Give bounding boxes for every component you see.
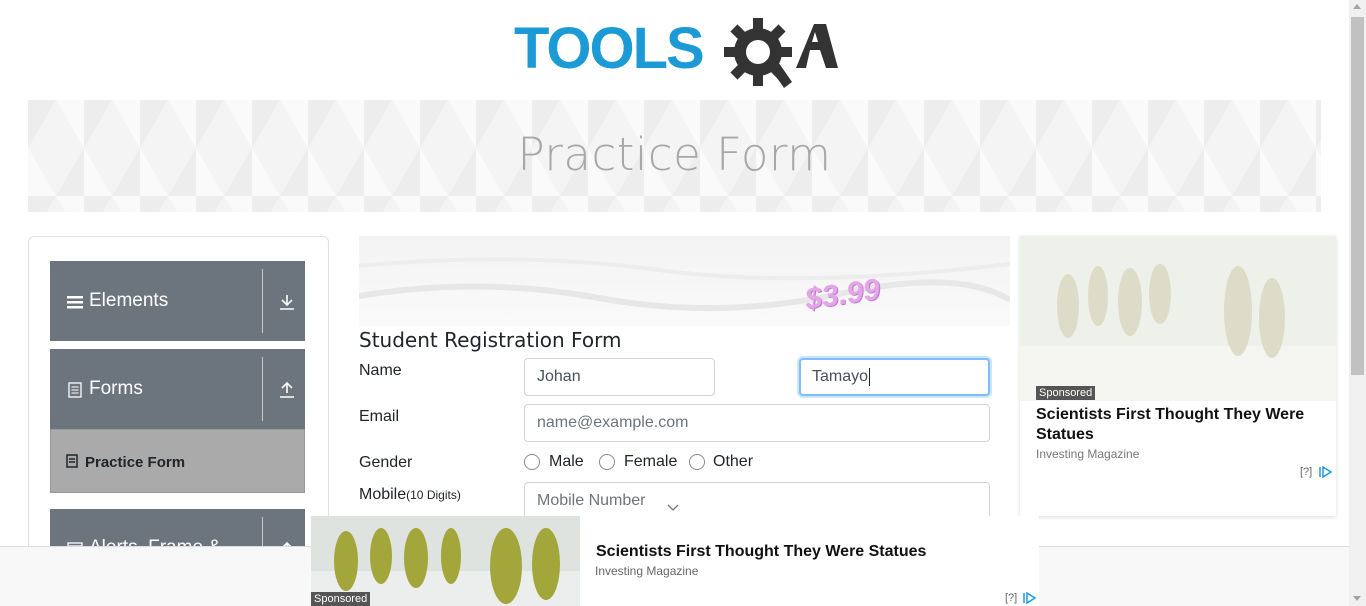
- sponsored-ad-bottom[interactable]: Sponsored Scientists First Thought They …: [311, 516, 1039, 606]
- gender-option-label[interactable]: Female: [624, 453, 677, 471]
- mobile-hint: (10 Digits): [406, 488, 461, 502]
- page-title: Practice Form: [517, 128, 832, 181]
- toolsqa-logo[interactable]: TOOLS: [514, 14, 838, 92]
- gender-radio-male[interactable]: [524, 454, 540, 470]
- sidebar-group-label: Elements: [89, 290, 169, 311]
- ad-source[interactable]: Investing Magazine: [595, 564, 698, 578]
- email-label: Email: [359, 408, 400, 425]
- sidebar-group-label: Forms: [89, 378, 143, 399]
- page: TOOLS Practice Form Elements Forms Pract…: [0, 0, 1366, 606]
- svg-text:TOOLS: TOOLS: [514, 16, 703, 81]
- gender-label: Gender: [359, 454, 413, 471]
- sidebar: Elements Forms Practice Form: [28, 236, 329, 556]
- sidebar-group-elements[interactable]: Elements: [50, 261, 305, 341]
- ad-info-link[interactable]: [?]: [1005, 592, 1017, 604]
- last-name-value: Tamayo: [812, 368, 869, 385]
- ad-headline[interactable]: Scientists First Thought They Were Statu…: [596, 543, 926, 561]
- sponsored-ad-right[interactable]: Sponsored Scientists First Thought They …: [1020, 236, 1336, 516]
- sponsored-badge: Sponsored: [311, 592, 371, 606]
- mobile-label: Mobile(10 Digits): [359, 486, 461, 504]
- page-banner: Practice Form: [28, 100, 1321, 212]
- sponsored-badge: Sponsored: [1036, 386, 1096, 400]
- ad-info-link[interactable]: [?]: [1300, 466, 1312, 478]
- advertisement-banner[interactable]: $3.99: [359, 236, 1010, 326]
- text-cursor: [869, 367, 871, 386]
- last-name-input[interactable]: Tamayo: [799, 358, 990, 396]
- scrollbar-thumb[interactable]: [1351, 17, 1364, 375]
- sidebar-group-forms[interactable]: Forms: [50, 349, 305, 429]
- name-label: Name: [359, 362, 402, 379]
- form-title: Student Registration Form: [359, 328, 622, 352]
- mobile-label-text: Mobile: [359, 486, 407, 503]
- ad-headline[interactable]: Scientists First Thought They Were Statu…: [1036, 405, 1326, 445]
- scroll-up-arrow-icon[interactable]: [1353, 4, 1361, 9]
- sidebar-item-label: Practice Form: [85, 454, 186, 471]
- first-name-input[interactable]: Johan: [524, 358, 715, 396]
- download-arrow-icon[interactable]: [278, 293, 296, 311]
- sidebar-item-practice-form[interactable]: Practice Form: [50, 429, 305, 493]
- hamburger-icon: [67, 296, 83, 309]
- mobile-input[interactable]: Mobile Number: [524, 482, 990, 520]
- upload-arrow-icon[interactable]: [278, 381, 296, 399]
- divider: [262, 269, 263, 333]
- gender-radio-other[interactable]: [689, 454, 705, 470]
- vertical-scrollbar[interactable]: [1349, 0, 1366, 606]
- gender-radio-female[interactable]: [599, 454, 615, 470]
- email-input[interactable]: name@example.com: [524, 404, 990, 442]
- form-icon: [66, 454, 78, 468]
- ad-background-image: [359, 257, 1010, 312]
- ad-source[interactable]: Investing Magazine: [1036, 447, 1139, 461]
- gender-option-label[interactable]: Other: [713, 453, 753, 471]
- ad-image: [1020, 236, 1336, 401]
- scroll-down-arrow-icon[interactable]: [1353, 596, 1361, 601]
- divider: [262, 357, 263, 421]
- chevron-down-icon: [667, 504, 679, 511]
- document-icon: [68, 382, 82, 398]
- adchoices-icon[interactable]: [1318, 466, 1332, 478]
- gender-option-label[interactable]: Male: [549, 453, 584, 471]
- adchoices-icon[interactable]: [1022, 592, 1036, 604]
